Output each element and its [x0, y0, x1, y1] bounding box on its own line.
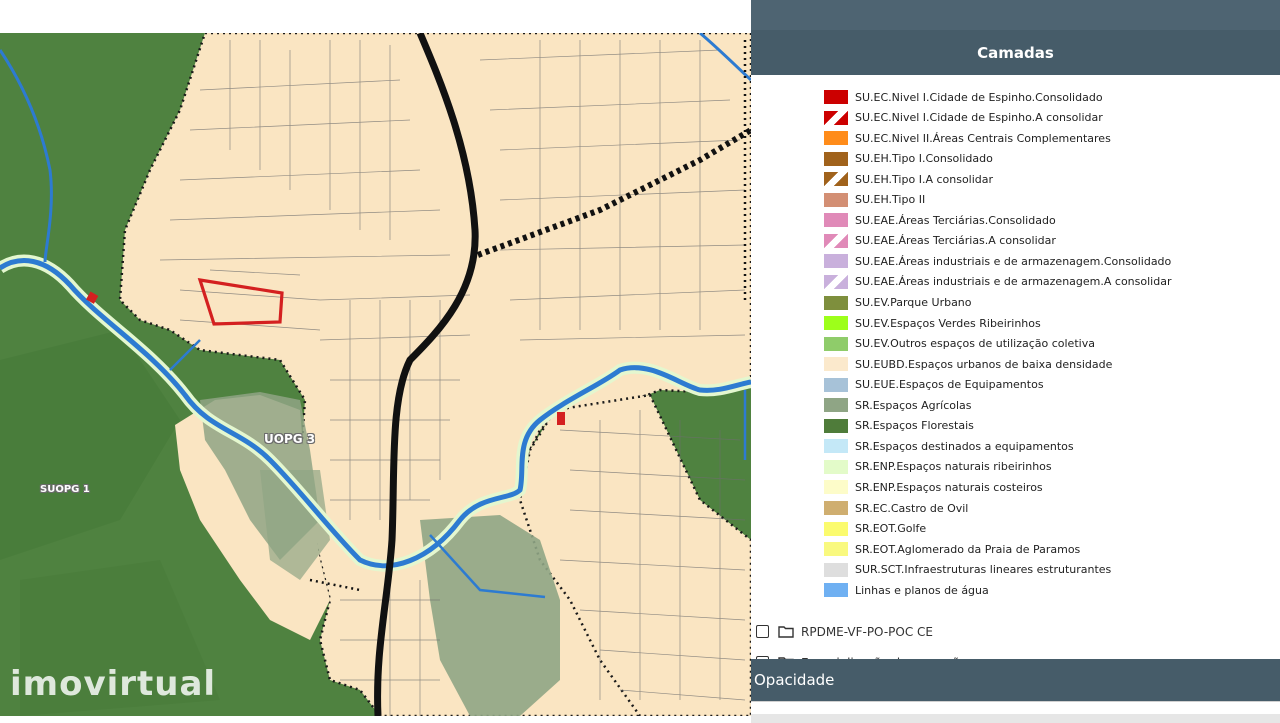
legend-item: SU.EAE.Áreas industriais e de armazenage…: [824, 272, 1171, 292]
legend-item: SU.EUBD.Espaços urbanos de baixa densida…: [824, 354, 1112, 374]
legend-swatch: [824, 583, 848, 598]
legend-swatch: [824, 521, 848, 536]
legend-item: SR.EC.Castro de Ovil: [824, 498, 968, 518]
legend-swatch: [824, 213, 848, 228]
legend-item: SU.EH.Tipo I.Consolidado: [824, 149, 993, 169]
legend-item: SU.EV.Parque Urbano: [824, 293, 972, 313]
legend-item: SR.EOT.Golfe: [824, 519, 926, 539]
legend-label: SU.EH.Tipo I.Consolidado: [855, 152, 993, 166]
legend-item: SU.EAE.Áreas industriais e de armazenage…: [824, 251, 1171, 271]
legend-label: SR.Espaços Florestais: [855, 419, 974, 433]
layer-group-label: RPDME-VF-PO-POC CE: [801, 624, 933, 639]
legend-swatch: [824, 254, 848, 269]
legend-swatch: [824, 542, 848, 557]
legend-swatch: [824, 336, 848, 351]
imovirtual-watermark: imovirtual: [10, 664, 217, 704]
folder-icon: [778, 626, 794, 638]
legend-swatch: [824, 131, 848, 146]
legend-item: SR.Espaços Florestais: [824, 416, 974, 436]
map-canvas[interactable]: [0, 0, 751, 722]
legend-label: SR.Espaços destinados a equipamentos: [855, 439, 1074, 453]
legend-swatch: [824, 90, 848, 104]
legend-label: SU.EV.Parque Urbano: [855, 296, 972, 309]
map-label-uopg3: UOPG 3: [264, 432, 316, 446]
legend-swatch: [824, 562, 848, 577]
legend-swatch: [824, 501, 848, 515]
legend-swatch: [824, 439, 848, 454]
legend-label: SR.EOT.Aglomerado da Praia de Paramos: [855, 542, 1081, 556]
legend-label: SU.EAE.Áreas industriais e de armazenage…: [855, 254, 1172, 268]
legend-item: Linhas e planos de água: [824, 580, 989, 600]
legend-label: SUR.SCT.Infraestruturas lineares estrutu…: [855, 563, 1112, 577]
legend-item: SUR.SCT.Infraestruturas lineares estrutu…: [824, 560, 1111, 580]
legend-swatch: [824, 377, 848, 392]
legend-item: SU.EC.Nivel I.Cidade de Espinho.Consolid…: [824, 87, 1103, 107]
legend-label: SU.EC.Nivel II.Áreas Centrais Complement…: [855, 131, 1111, 145]
legend-swatch: [824, 233, 848, 248]
legend-label: SU.EH.Tipo II: [855, 193, 926, 207]
legend-swatch: [824, 192, 848, 207]
legend-swatch: [824, 110, 848, 125]
legend-list[interactable]: SU.EC.Nivel I.Cidade de Espinho.Consolid…: [751, 87, 1280, 659]
legend-label: SR.ENP.Espaços naturais costeiros: [855, 480, 1043, 494]
legend-label: SU.EAE.Áreas Terciárias.A consolidar: [855, 234, 1056, 248]
legend-item: SR.Espaços Agrícolas: [824, 395, 972, 415]
legend-label: SU.EH.Tipo I.A consolidar: [855, 172, 994, 186]
map-label-suopg1: SUOPG 1: [40, 484, 90, 495]
legend-swatch: [824, 480, 848, 495]
legend-swatch: [824, 398, 848, 413]
legend-item: SR.Espaços destinados a equipamentos: [824, 436, 1074, 456]
legend-label: SU.EV.Outros espaços de utilização colet…: [855, 337, 1095, 351]
legend-label: SU.EAE.Áreas industriais e de armazenage…: [855, 275, 1172, 289]
legend-item: SU.EV.Outros espaços de utilização colet…: [824, 334, 1095, 354]
legend-swatch: [824, 459, 848, 474]
legend-item: SR.ENP.Espaços naturais costeiros: [824, 477, 1043, 497]
legend-swatch: [824, 172, 848, 187]
legend-swatch: [824, 151, 848, 166]
legend-item: SU.EUE.Espaços de Equipamentos: [824, 375, 1044, 395]
legend-item: SU.EC.Nivel II.Áreas Centrais Complement…: [824, 128, 1111, 148]
legend-item: SU.EH.Tipo II: [824, 190, 925, 210]
layer-group-row[interactable]: RPDME-VF-PO-POC CE: [756, 621, 933, 643]
opacity-label: Opacidade: [754, 671, 835, 689]
layers-panel: Camadas SU.EC.Nivel I.Cidade de Espinho.…: [751, 0, 1280, 723]
legend-label: Linhas e planos de água: [855, 583, 989, 597]
layer-group-checkbox[interactable]: [756, 625, 769, 639]
map-view[interactable]: UOPG 3 SUOPG 1 imovirtual: [0, 0, 751, 722]
legend-label: SU.EC.Nivel I.Cidade de Espinho.A consol…: [855, 111, 1103, 125]
legend-item: SR.EOT.Aglomerado da Praia de Paramos: [824, 539, 1080, 559]
legend-item: SU.EAE.Áreas Terciárias.Consolidado: [824, 210, 1056, 230]
legend-label: SR.EOT.Golfe: [855, 522, 927, 536]
legend-label: SR.ENP.Espaços naturais ribeirinhos: [855, 460, 1052, 474]
opacity-slider-area[interactable]: [751, 701, 1280, 723]
legend-swatch: [824, 295, 848, 310]
layer-group-row[interactable]: Espacialização das exceções: [756, 652, 973, 659]
legend-swatch: [824, 357, 848, 372]
legend-label: SU.EV.Espaços Verdes Ribeirinhos: [855, 316, 1041, 330]
legend-label: SR.EC.Castro de Ovil: [855, 501, 969, 515]
opacity-section[interactable]: Opacidade: [751, 659, 1280, 701]
legend-label: SU.EAE.Áreas Terciárias.Consolidado: [855, 213, 1056, 227]
legend-label: SR.Espaços Agrícolas: [855, 398, 972, 412]
panel-topbar: [751, 0, 1280, 30]
legend-item: SU.EV.Espaços Verdes Ribeirinhos: [824, 313, 1041, 333]
legend-item: SU.EAE.Áreas Terciárias.A consolidar: [824, 231, 1056, 251]
legend-item: SU.EH.Tipo I.A consolidar: [824, 169, 993, 189]
legend-label: SU.EUBD.Espaços urbanos de baixa densida…: [855, 357, 1113, 371]
legend-label: SU.EC.Nivel I.Cidade de Espinho.Consolid…: [855, 90, 1103, 104]
legend-swatch: [824, 274, 848, 289]
legend-swatch: [824, 418, 848, 433]
legend-label: SU.EUE.Espaços de Equipamentos: [855, 378, 1044, 392]
legend-item: SU.EC.Nivel I.Cidade de Espinho.A consol…: [824, 108, 1103, 128]
panel-title: Camadas: [751, 30, 1280, 75]
legend-item: SR.ENP.Espaços naturais ribeirinhos: [824, 457, 1052, 477]
legend-swatch: [824, 316, 848, 331]
